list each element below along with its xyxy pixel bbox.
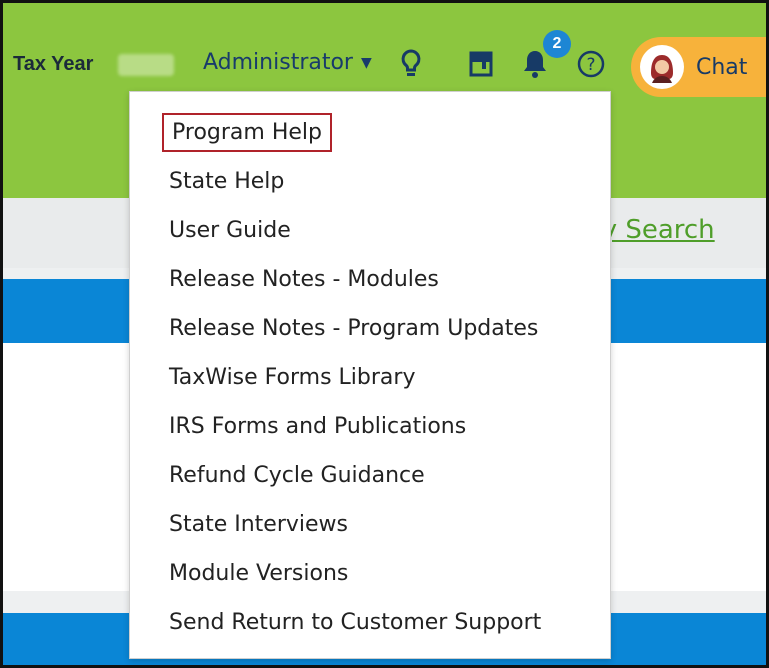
menu-item-irs-forms[interactable]: IRS Forms and Publications bbox=[130, 402, 610, 451]
menu-item-module-versions[interactable]: Module Versions bbox=[130, 549, 610, 598]
menu-item-label: TaxWise Forms Library bbox=[169, 365, 416, 390]
chevron-down-icon: ▼ bbox=[360, 54, 372, 71]
menu-item-label: Release Notes - Program Updates bbox=[169, 316, 539, 341]
menu-item-release-notes-program-updates[interactable]: Release Notes - Program Updates bbox=[130, 304, 610, 353]
menu-item-state-interviews[interactable]: State Interviews bbox=[130, 500, 610, 549]
menu-item-program-help[interactable]: Program Help bbox=[130, 108, 610, 157]
svg-text:?: ? bbox=[586, 55, 595, 75]
menu-item-release-notes-modules[interactable]: Release Notes - Modules bbox=[130, 255, 610, 304]
menu-item-label: Refund Cycle Guidance bbox=[169, 463, 425, 488]
menu-item-state-help[interactable]: State Help bbox=[130, 157, 610, 206]
menu-item-label: Module Versions bbox=[169, 561, 349, 586]
lightbulb-icon[interactable] bbox=[395, 47, 427, 81]
app-window: Tax Year Administrator ▼ 2 ? Chat ry Sea… bbox=[0, 0, 769, 668]
menu-item-label: IRS Forms and Publications bbox=[169, 414, 467, 439]
help-icon[interactable]: ? bbox=[575, 47, 607, 81]
user-name: Administrator bbox=[203, 50, 353, 75]
tax-year-value-redacted[interactable] bbox=[118, 54, 174, 76]
menu-item-label: State Interviews bbox=[169, 512, 348, 537]
menu-item-label: Send Return to Customer Support bbox=[169, 610, 542, 635]
help-dropdown-menu: Program Help State Help User Guide Relea… bbox=[129, 91, 611, 659]
menu-item-label: State Help bbox=[169, 169, 285, 194]
menu-item-user-guide[interactable]: User Guide bbox=[130, 206, 610, 255]
avatar-icon bbox=[640, 45, 684, 89]
menu-item-label: Release Notes - Modules bbox=[169, 267, 439, 292]
menu-item-send-return-support[interactable]: Send Return to Customer Support bbox=[130, 598, 610, 647]
menu-item-label: User Guide bbox=[169, 218, 291, 243]
book-icon[interactable] bbox=[465, 47, 497, 81]
user-menu[interactable]: Administrator ▼ bbox=[203, 50, 372, 75]
menu-item-label: Program Help bbox=[162, 113, 332, 152]
chat-button[interactable]: Chat bbox=[631, 37, 766, 97]
menu-item-refund-cycle[interactable]: Refund Cycle Guidance bbox=[130, 451, 610, 500]
tax-year-label: Tax Year bbox=[13, 53, 94, 75]
menu-item-forms-library[interactable]: TaxWise Forms Library bbox=[130, 353, 610, 402]
chat-label: Chat bbox=[696, 54, 748, 80]
notification-badge: 2 bbox=[543, 30, 571, 58]
